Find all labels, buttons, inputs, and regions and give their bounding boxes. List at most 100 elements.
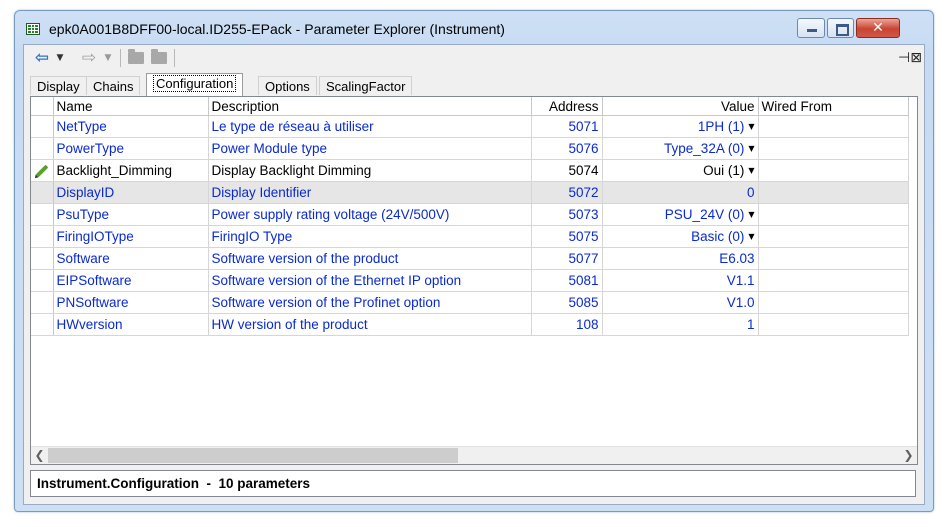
cell-wired-from[interactable] [758,225,909,248]
row-header [31,313,54,336]
value-text: 1 [746,317,755,332]
table-row[interactable]: Software Software version of the product… [31,247,909,270]
cell-wired-from[interactable] [758,181,909,204]
column-header-name[interactable]: Name [53,97,209,116]
cell-description: Power Module type [208,137,532,160]
minimize-icon [807,29,817,32]
table-row[interactable]: PowerType Power Module type 5076 Type_32… [31,137,909,160]
cell-wired-from[interactable] [758,291,909,314]
dropdown-arrow-icon[interactable]: ▼ [748,210,754,219]
table-row[interactable]: PNSoftware Software version of the Profi… [31,291,909,314]
cell-address: 5081 [531,269,603,292]
cell-description: Software version of the Ethernet IP opti… [208,269,532,292]
scroll-left-chevron-icon[interactable]: ❮ [31,447,48,464]
row-header [31,159,54,182]
tab-options[interactable]: Options [258,76,317,95]
cell-value[interactable]: V1.1 [602,269,759,292]
cell-description: Software version of the Profinet option [208,291,532,314]
tab-configuration-label: Configuration [153,75,237,92]
cell-wired-from[interactable] [758,313,909,336]
forward-arrow-icon[interactable]: ⇨ [79,48,99,68]
close-icon: ✕ [872,20,884,36]
cell-address: 5073 [531,203,603,226]
table-row-selected[interactable]: DisplayID Display Identifier 5072 0 [31,181,909,204]
row-header [31,181,54,204]
cell-name: HWversion [53,313,209,336]
table-row[interactable]: NetType Le type de réseau à utiliser 507… [31,115,909,138]
cell-wired-from[interactable] [758,137,909,160]
value-text: Type_32A (0) [664,141,745,156]
table-row[interactable]: FiringIOType FiringIO Type 5075 Basic (0… [31,225,909,248]
cell-value[interactable]: E6.03 [602,247,759,270]
maximize-icon [836,24,849,36]
forward-dropdown-chevron-icon[interactable]: ▼ [103,48,113,68]
column-header-wired-from[interactable]: Wired From [758,97,909,116]
value-text: 1PH (1) [697,119,745,134]
tab-display[interactable]: Display [30,76,87,95]
close-button[interactable]: ✕ [856,18,900,38]
cell-name: NetType [53,115,209,138]
cell-name: FiringIOType [53,225,209,248]
value-text: PSU_24V (0) [664,207,745,222]
cell-address: 5075 [531,225,603,248]
cell-wired-from[interactable] [758,269,909,292]
column-header-description[interactable]: Description [208,97,532,116]
cell-value[interactable]: V1.0 [602,291,759,314]
dropdown-arrow-icon[interactable]: ▼ [748,122,754,131]
back-arrow-icon[interactable]: ⇦ [32,48,52,68]
dropdown-arrow-icon[interactable]: ▼ [748,144,754,153]
cell-value[interactable]: 1PH (1) ▼ [602,115,759,138]
row-header [31,115,54,138]
horizontal-scrollbar[interactable]: ❮ ❯ [31,446,917,464]
dropdown-arrow-icon[interactable]: ▼ [748,232,754,241]
row-header [31,225,54,248]
cell-wired-from[interactable] [758,247,909,270]
explorer-client-area: ⇦ ▼ ⇨ ▼ ⊣⊠ Display Chains Configuration … [23,44,925,505]
scrollbar-thumb[interactable] [48,448,458,463]
parameter-table: Name Description Address Value Wired Fro… [31,97,909,336]
minimize-button[interactable] [797,18,825,38]
cell-name: Software [53,247,209,270]
table-row[interactable]: HWversion HW version of the product 108 … [31,313,909,336]
cell-value[interactable]: Oui (1) ▼ [602,159,759,182]
scroll-right-chevron-icon[interactable]: ❯ [900,447,917,464]
table-row[interactable]: PsuType Power supply rating voltage (24V… [31,203,909,226]
cell-value[interactable]: 0 [602,181,759,204]
cell-name: Backlight_Dimming [53,159,209,182]
toolbar-separator [120,49,121,67]
dropdown-arrow-icon[interactable]: ▼ [748,166,754,175]
table-row[interactable]: EIPSoftware Software version of the Ethe… [31,269,909,292]
folder-icon[interactable] [151,49,167,64]
value-text: V1.0 [726,295,755,310]
cell-value[interactable]: PSU_24V (0) ▼ [602,203,759,226]
parameter-explorer-window: epk0A001B8DFF00-local.ID255-EPack - Para… [14,10,934,512]
row-header-corner [31,97,54,116]
maximize-button[interactable] [827,18,854,38]
tab-configuration[interactable]: Configuration [146,73,244,96]
cell-name: DisplayID [53,181,209,204]
column-header-address[interactable]: Address [531,97,603,116]
cell-wired-from[interactable] [758,159,909,182]
pin-icon[interactable]: ⊣⊠ [898,48,922,68]
cell-description: Le type de réseau à utiliser [208,115,532,138]
status-bar: Instrument.Configuration - 10 parameters [30,470,916,497]
table-row[interactable]: Backlight_Dimming Display Backlight Dimm… [31,159,909,182]
back-dropdown-chevron-icon[interactable]: ▼ [55,48,65,68]
tab-chains[interactable]: Chains [86,76,141,95]
cell-address: 5071 [531,115,603,138]
value-text: V1.1 [726,273,755,288]
cell-value[interactable]: Type_32A (0) ▼ [602,137,759,160]
title-bar[interactable]: epk0A001B8DFF00-local.ID255-EPack - Para… [15,11,933,45]
folder-up-icon[interactable] [128,49,144,64]
column-header-value[interactable]: Value [602,97,759,116]
cell-value[interactable]: 1 [602,313,759,336]
cell-wired-from[interactable] [758,115,909,138]
value-text: Oui (1) [703,163,745,178]
cell-description: Power supply rating voltage (24V/500V) [208,203,532,226]
row-header [31,203,54,226]
cell-value[interactable]: Basic (0) ▼ [602,225,759,248]
cell-wired-from[interactable] [758,203,909,226]
cell-description: FiringIO Type [208,225,532,248]
cell-name: PNSoftware [53,291,209,314]
tab-scalingfactor[interactable]: ScalingFactor [319,76,413,95]
